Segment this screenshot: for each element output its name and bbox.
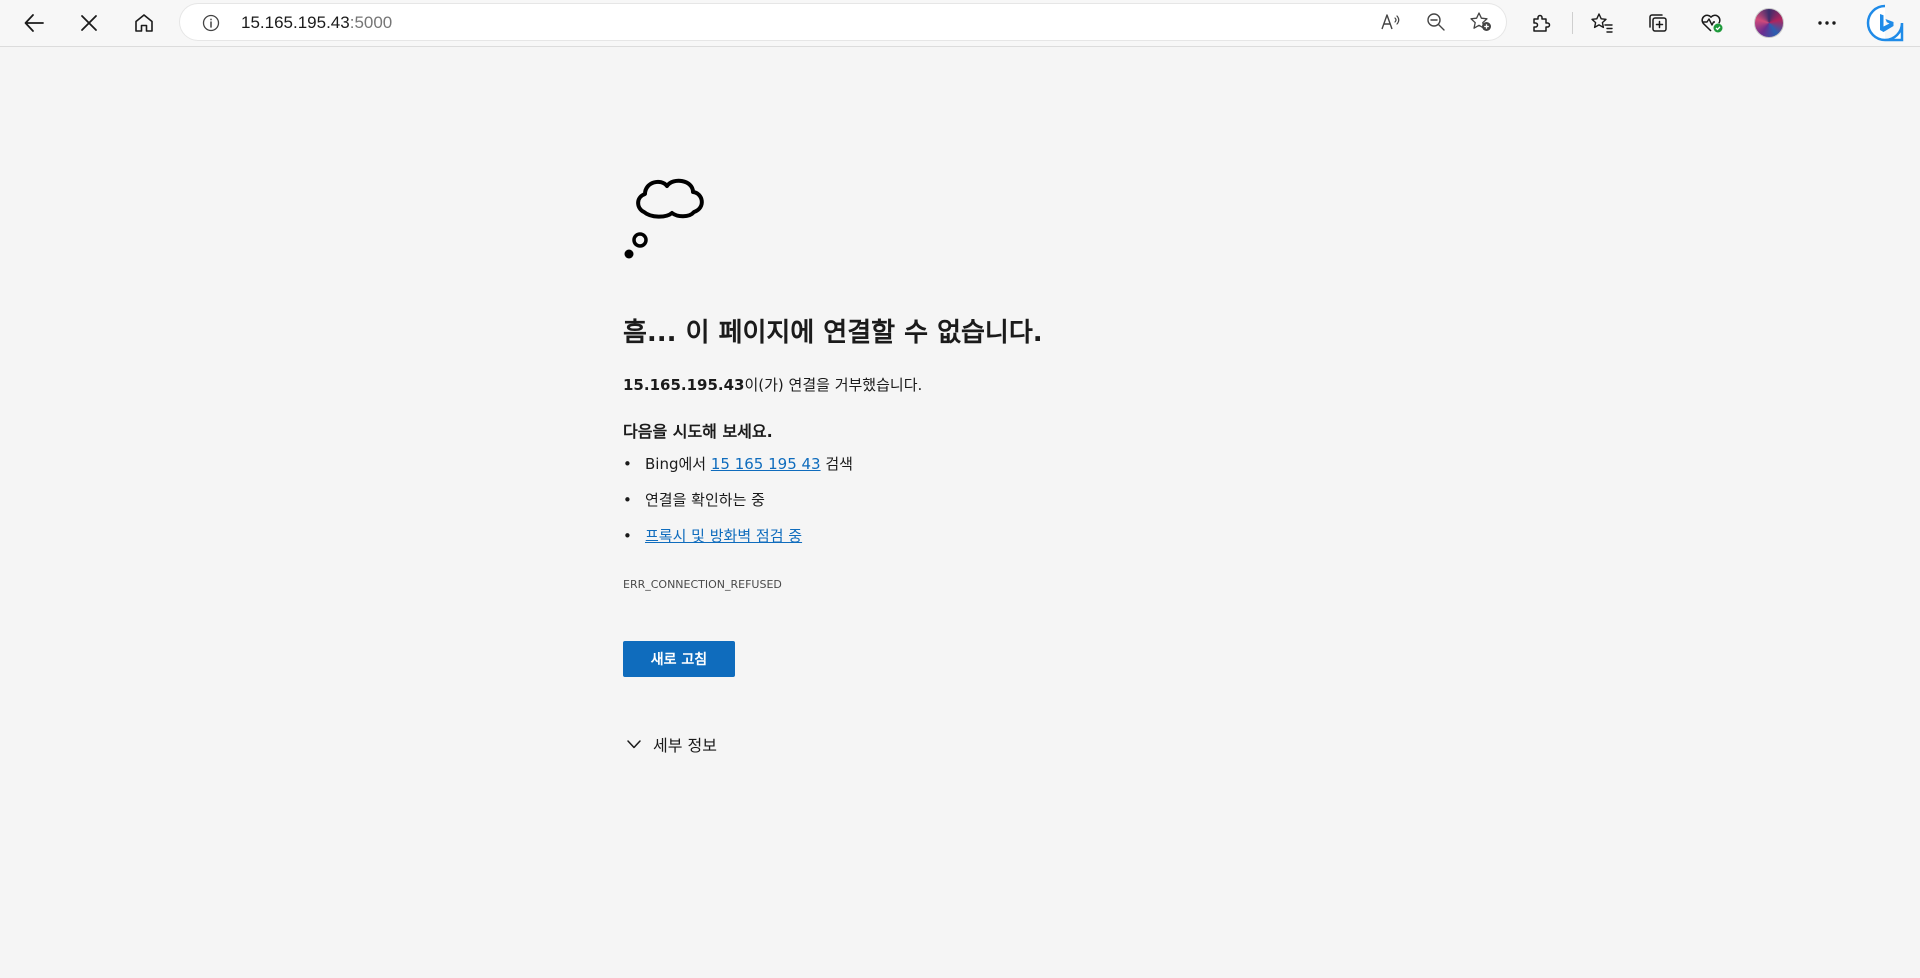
try-heading: 다음을 시도해 보세요.	[623, 422, 773, 441]
info-icon[interactable]	[202, 14, 220, 32]
bullet: •	[623, 491, 632, 509]
browser-toolbar: 15.165.195.43:5000	[0, 0, 1920, 47]
address-bar[interactable]: 15.165.195.43:5000	[180, 4, 1506, 40]
bing-suffix: 검색	[820, 455, 853, 473]
profile-button[interactable]	[1751, 5, 1787, 41]
url-host: 15.165.195.43	[241, 13, 350, 32]
read-aloud-button[interactable]	[1376, 8, 1406, 36]
reload-button[interactable]: 새로 고침	[623, 641, 735, 677]
thought-cloud-icon	[624, 178, 704, 259]
extensions-button[interactable]	[1523, 5, 1559, 41]
bullet: •	[623, 527, 632, 545]
bing-prefix: Bing에서	[645, 455, 711, 473]
favorites-icon	[1591, 13, 1613, 33]
error-code: ERR_CONNECTION_REFUSED	[623, 578, 782, 591]
stop-loading-button[interactable]	[71, 5, 107, 41]
copilot-button[interactable]	[1864, 2, 1906, 44]
error-host: 15.165.195.43	[623, 376, 745, 394]
close-icon	[81, 15, 97, 31]
url-port: :5000	[349, 13, 393, 32]
back-button[interactable]	[16, 5, 52, 41]
puzzle-icon	[1533, 14, 1551, 32]
more-icon	[1818, 21, 1836, 25]
url-text[interactable]: 15.165.195.43:5000	[241, 13, 392, 33]
collections-button[interactable]	[1640, 5, 1676, 41]
read-aloud-icon	[1381, 14, 1400, 30]
collections-icon	[1649, 14, 1667, 32]
proxy-firewall-link[interactable]: 프록시 및 방화벽 점검 중	[645, 527, 802, 545]
chevron-down-icon	[627, 739, 641, 748]
zoom-button[interactable]	[1421, 8, 1451, 36]
add-favorite-button[interactable]	[1466, 8, 1496, 36]
details-label: 세부 정보	[653, 736, 717, 755]
details-toggle[interactable]: 세부 정보	[627, 732, 717, 756]
toolbar-divider	[1572, 12, 1573, 34]
back-arrow-icon	[24, 14, 44, 32]
bing-search-link[interactable]: 15 165 195 43	[711, 455, 821, 473]
error-description: 15.165.195.43이(가) 연결을 거부했습니다.	[623, 374, 922, 395]
bing-icon	[1866, 4, 1904, 42]
home-button[interactable]	[126, 5, 162, 41]
add-favorite-icon	[1470, 12, 1491, 31]
suggestion-bing-search: • Bing에서 15 165 195 43 검색	[623, 454, 853, 490]
favorites-button[interactable]	[1584, 5, 1620, 41]
suggestion-check-connection: • 연결을 확인하는 중	[623, 490, 853, 526]
zoom-out-icon	[1427, 13, 1445, 31]
browser-essentials-button[interactable]	[1694, 5, 1730, 41]
heart-pulse-icon	[1701, 14, 1723, 33]
error-title: 흠... 이 페이지에 연결할 수 없습니다.	[623, 318, 1043, 348]
refused-text: 이(가) 연결을 거부했습니다.	[744, 376, 923, 394]
avatar	[1754, 8, 1784, 38]
bullet: •	[623, 455, 632, 473]
settings-more-button[interactable]	[1809, 5, 1845, 41]
suggestion-proxy-firewall: • 프록시 및 방화벽 점검 중	[623, 526, 853, 562]
suggestion-list: • Bing에서 15 165 195 43 검색 • 연결을 확인하는 중 • 프록…	[623, 454, 853, 562]
check-connection-text: 연결을 확인하는 중	[645, 491, 765, 509]
home-icon	[135, 14, 153, 32]
